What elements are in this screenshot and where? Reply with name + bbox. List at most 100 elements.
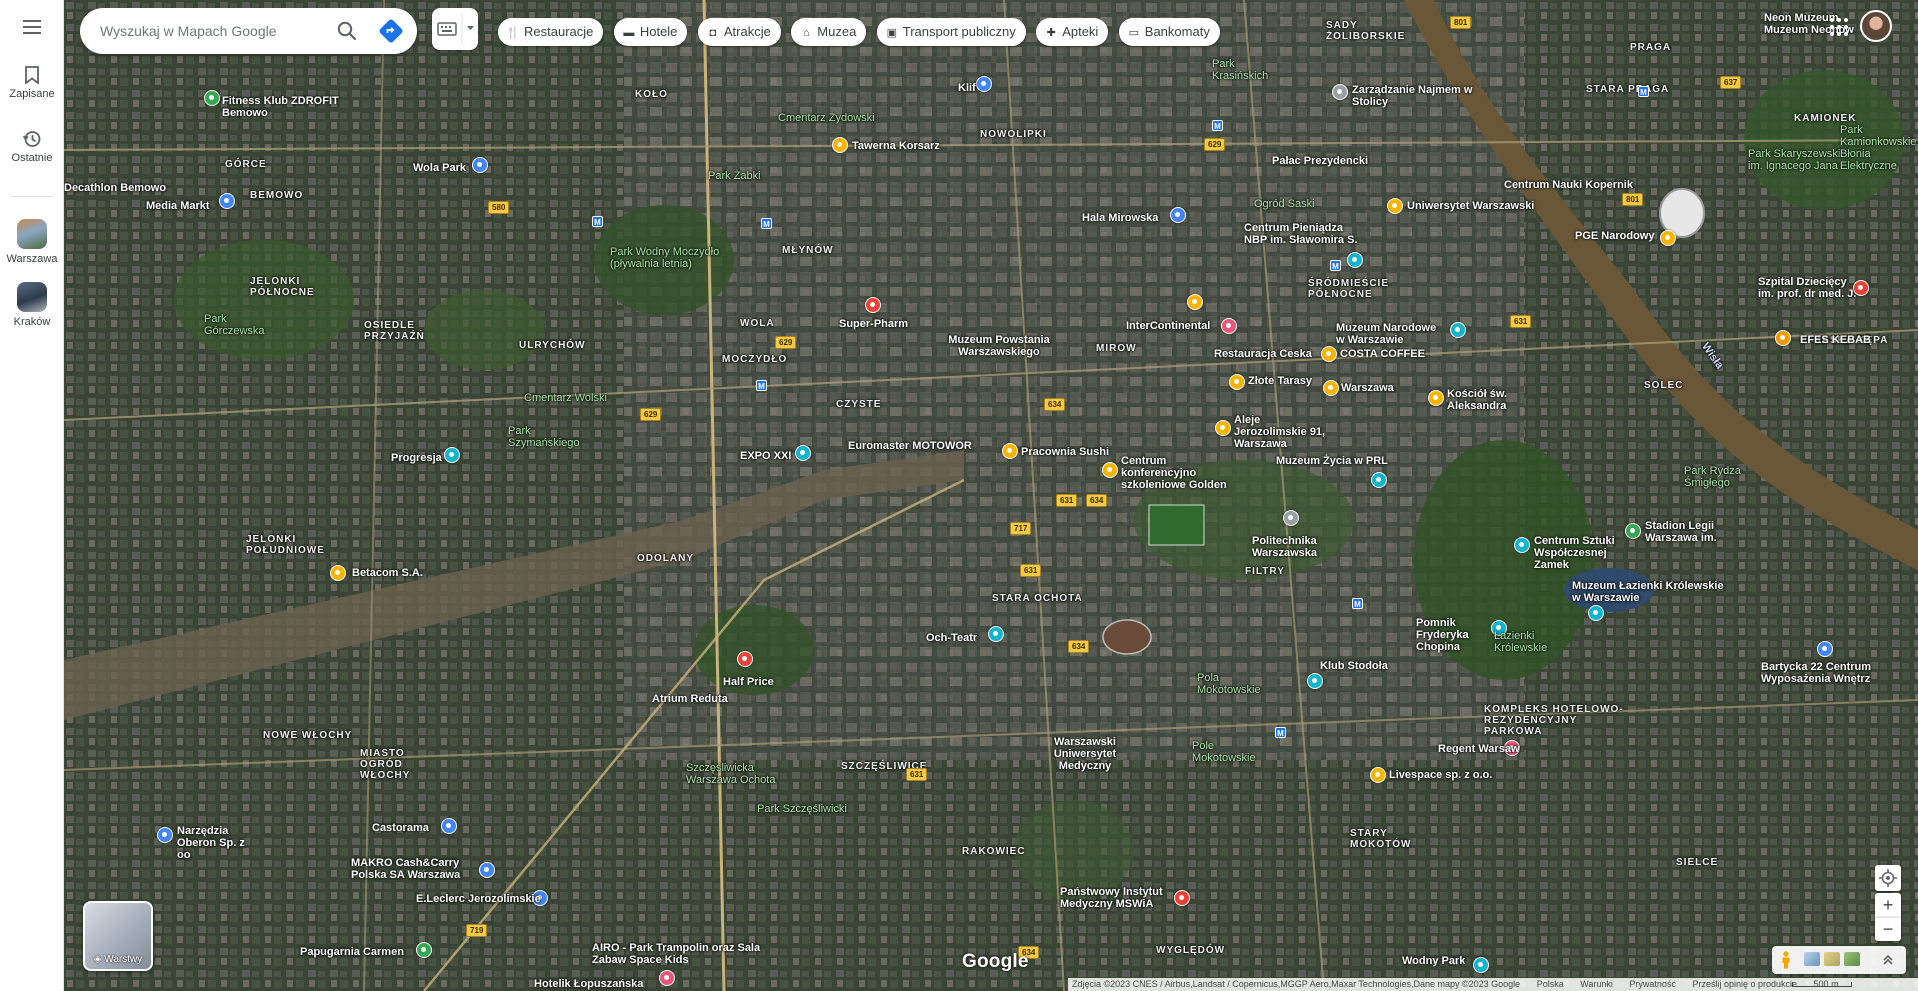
privacy-link[interactable]: Prywatność [1629,979,1676,989]
place-pin[interactable] [1428,390,1444,406]
place-label[interactable]: Kościół św. Aleksandra [1447,388,1547,412]
place-pin[interactable] [1473,957,1489,973]
place-label[interactable]: Muzeum Powstania Warszawskiego [944,334,1054,358]
place-label[interactable]: Klif [958,82,976,94]
metro-station-icon[interactable]: M [1212,120,1223,131]
metro-station-icon[interactable]: M [756,380,767,391]
place-label[interactable]: Centrum konferencyjno szkoleniowe Golden [1121,455,1241,491]
place-label[interactable]: Bartycka 22 Centrum Wyposażenia Wnętrz [1761,661,1901,685]
place-pin[interactable] [1371,472,1387,488]
place-label[interactable]: EFES KEBAB [1800,334,1871,346]
place-pin[interactable] [795,445,811,461]
search-input[interactable] [100,19,340,43]
place-label[interactable]: Pałac Prezydencki [1272,155,1368,167]
chip-attractions[interactable]: ◘ Atrakcje [697,18,781,46]
place-label[interactable]: Half Price [723,676,774,688]
place-pin[interactable] [416,942,432,958]
country-link[interactable]: Polska [1537,979,1564,989]
place-label[interactable]: Hotelik Łopuszańska [534,978,643,990]
search-button[interactable] [334,18,360,44]
chip-museums[interactable]: ⌂ Muzea [791,18,867,46]
place-label[interactable]: Aleje Jerozolimskie 91, Warszawa [1234,414,1334,450]
place-pin[interactable] [479,862,495,878]
place-label[interactable]: Stadion Legii Warszawa im. [1645,520,1765,544]
menu-button[interactable] [0,20,64,38]
place-label[interactable]: Hala Mirowska [1082,212,1158,224]
place-pin[interactable] [1514,537,1530,553]
place-label[interactable]: Narzędzia Oberon Sp. z oo [177,825,257,861]
place-pin[interactable] [1347,252,1363,268]
place-pin[interactable] [1323,380,1339,396]
place-pin[interactable] [1187,294,1203,310]
place-label[interactable]: Euromaster MOTOWOR [848,440,972,452]
place-label[interactable]: Och-Teatr [926,632,977,644]
chip-hotels[interactable]: ▬ Hotele [613,18,688,46]
place-pin[interactable] [1660,230,1676,246]
place-pin[interactable] [1002,443,1018,459]
place-label[interactable]: E.Leclerc Jerozolimskie [416,893,541,905]
place-label[interactable]: Wola Park [413,162,466,174]
imagery-thumbnail[interactable] [1844,952,1860,966]
place-label[interactable]: Progresja [391,452,442,464]
place-label[interactable]: Państwowy Instytut Medyczny MSWiA [1060,886,1170,910]
chip-public-transport[interactable]: ▣ Transport publiczny [876,18,1026,46]
place-pin[interactable] [1332,84,1348,100]
place-label[interactable]: Muzeum Łazienki Królewskie w Warszawie [1572,580,1732,604]
feedback-link[interactable]: Prześlij opinię o produkcie [1692,979,1797,989]
place-pin[interactable] [472,157,488,173]
place-label[interactable]: Szpital Dziecięcy im. prof. dr med. J. [1758,276,1858,300]
place-pin[interactable] [330,565,346,581]
place-pin[interactable] [865,297,881,313]
place-pin[interactable] [1215,420,1231,436]
place-label[interactable]: Muzeum Życia w PRL [1276,455,1388,467]
place-label[interactable]: Zarządzanie Najmem w Stolicy [1352,84,1502,108]
place-pin[interactable] [1370,767,1386,783]
place-label[interactable]: Fitness Klub ZDROFIT Bemowo [222,95,362,119]
place-label[interactable]: Wodny Park [1402,955,1465,967]
place-pin[interactable] [1307,673,1323,689]
place-label[interactable]: Neon Muzeum Muzeum Neonów [1764,12,1874,36]
map-type-toggle[interactable] [432,8,478,50]
place-label[interactable]: Atrium Reduta [652,693,728,705]
place-pin[interactable] [1229,374,1245,390]
place-label[interactable]: Castorama [372,822,429,834]
place-label[interactable]: Regent Warsaw [1438,743,1520,755]
place-pin[interactable] [444,447,460,463]
chip-restaurants[interactable]: 🍴 Restauracje [498,18,604,46]
place-pin[interactable] [204,90,220,106]
chevron-up-icon[interactable] [1882,954,1894,966]
pegman-icon[interactable] [1781,951,1791,969]
metro-station-icon[interactable]: M [592,216,603,227]
directions-button[interactable] [378,18,404,44]
zoom-in-button[interactable]: + [1875,893,1901,917]
place-pin[interactable] [1170,207,1186,223]
place-label[interactable]: Super-Pharm [839,318,908,330]
account-avatar[interactable] [1860,10,1892,42]
imagery-thumbnail[interactable] [1824,952,1840,966]
place-label[interactable]: EXPO XXI [740,450,791,462]
place-pin[interactable] [659,970,675,986]
place-label[interactable]: Warszawa [1341,382,1394,394]
place-label[interactable]: Uniwersytet Warszawski [1407,200,1534,212]
place-pin[interactable] [976,76,992,92]
place-pin[interactable] [1625,523,1641,539]
place-label[interactable]: Centrum Pieniądza NBP im. Sławomira S. [1244,222,1359,246]
imagery-thumbnail[interactable] [1804,952,1820,966]
metro-station-icon[interactable]: M [1275,727,1286,738]
place-label[interactable]: Decathlon Bemowo [64,182,166,194]
place-pin[interactable] [1321,346,1337,362]
chip-atms[interactable]: ▭ Bankomaty [1118,18,1220,46]
place-label[interactable]: Betacom S.A. [352,567,423,579]
metro-station-icon[interactable]: M [761,218,772,229]
place-label[interactable]: COSTA COFFEE [1340,348,1425,360]
place-label[interactable]: PGE Narodowy [1575,230,1654,242]
place-label[interactable]: Tawerna Korsarz [852,140,940,152]
chip-pharmacies[interactable]: ✚ Apteki [1036,18,1109,46]
place-label[interactable]: AIRO - Park Trampolin oraz Sala Zabaw Sp… [592,942,762,966]
place-label[interactable]: Restauracja Ceska [1214,348,1312,360]
zoom-out-button[interactable]: − [1875,917,1901,941]
recent-place-warszawa[interactable]: Warszawa [0,219,64,265]
place-label[interactable]: Pracownia Sushi [1021,446,1109,458]
place-label[interactable]: InterContinental [1126,320,1210,332]
place-label[interactable]: Politechnika Warszawska [1252,535,1352,559]
